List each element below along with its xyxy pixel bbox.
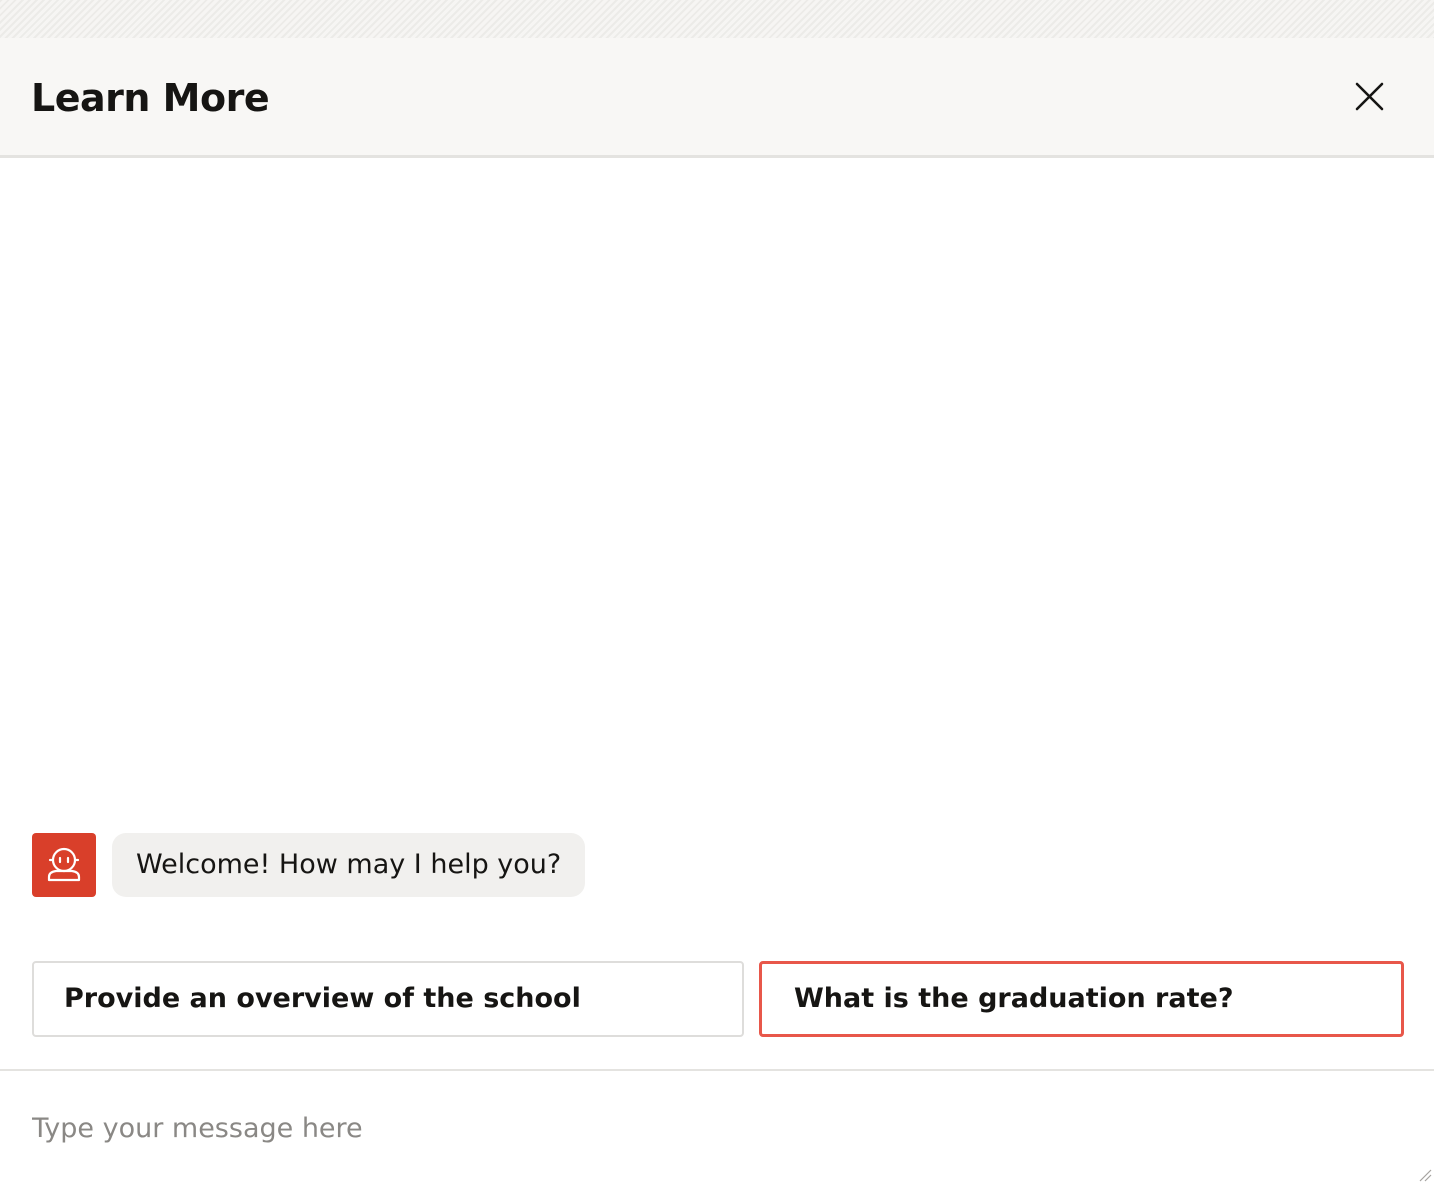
bot-message-bubble: Welcome! How may I help you? [112, 833, 586, 897]
suggestion-button-graduation-rate[interactable]: What is the graduation rate? [759, 961, 1404, 1037]
message-composer [0, 1069, 1434, 1184]
dialog-title: Learn More [31, 76, 270, 120]
resize-handle-icon[interactable] [1418, 1168, 1432, 1182]
dialog-header: Learn More [0, 38, 1434, 158]
bot-avatar [32, 833, 96, 897]
bot-agent-icon [47, 847, 81, 882]
suggestion-button-school-overview[interactable]: Provide an overview of the school [32, 961, 744, 1037]
background-pattern [0, 0, 1434, 38]
close-icon [1355, 82, 1384, 111]
learn-more-dialog: Learn More Welcome! How may I help you? … [0, 38, 1434, 1184]
close-button[interactable] [1346, 74, 1392, 120]
conversation-area[interactable]: Welcome! How may I help you? Provide an … [0, 160, 1434, 1070]
message-input[interactable] [32, 1101, 1392, 1155]
